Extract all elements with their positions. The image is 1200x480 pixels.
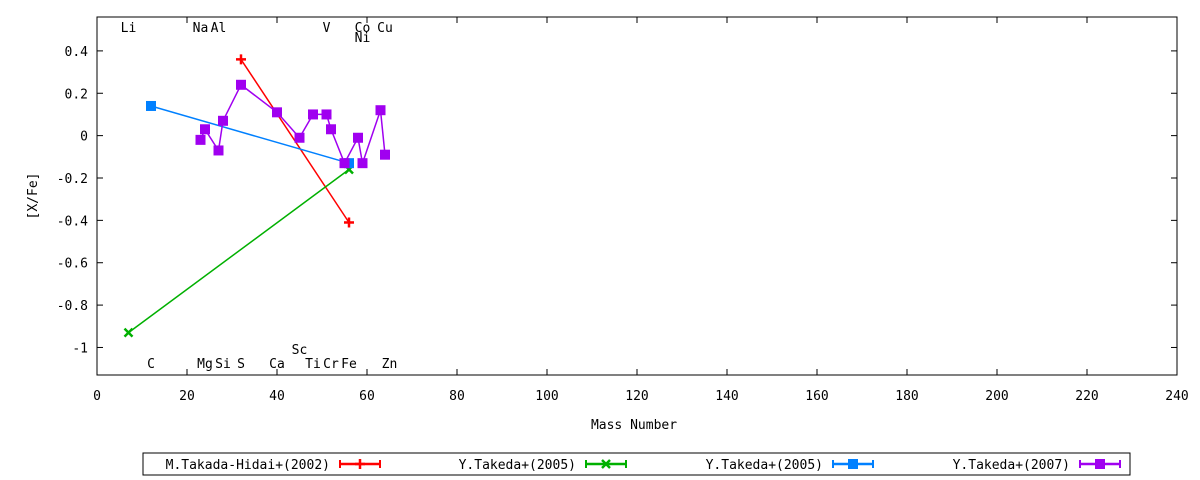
element-label: Fe xyxy=(341,357,357,372)
y-tick-label: -1 xyxy=(72,341,88,356)
legend: M.Takada-Hidai+(2002) Y.Takeda+(2005) Y.Ta… xyxy=(142,452,1131,476)
y-axis-label: [X/Fe] xyxy=(26,173,41,220)
data-point xyxy=(236,54,246,65)
x-tick-label: 80 xyxy=(449,389,465,404)
y-tick-label: -0.8 xyxy=(57,299,88,314)
data-point xyxy=(146,100,156,111)
x-ticks: 0 20 40 60 80 100 120 140 160 180 200 220 240 xyxy=(93,17,1189,404)
y-ticks: 0.4 0.2 0 -0.2 -0.4 -0.6 -0.8 -1 xyxy=(57,45,1177,356)
element-label: Zn xyxy=(382,357,398,372)
data-point xyxy=(848,459,858,469)
element-label: Na xyxy=(193,21,209,36)
plot-frame xyxy=(96,16,1178,376)
element-label: Cr xyxy=(323,357,339,372)
data-point xyxy=(236,79,246,90)
element-label: Al xyxy=(211,21,227,36)
element-label: V xyxy=(323,21,331,36)
data-point xyxy=(375,105,386,116)
data-point xyxy=(321,109,332,120)
x-axis-label: Mass Number xyxy=(591,418,677,433)
axes xyxy=(96,16,1178,376)
data-point xyxy=(357,158,368,169)
y-tick-label: -0.2 xyxy=(57,172,88,187)
x-tick-label: 60 xyxy=(359,389,375,404)
element-label: Ni xyxy=(355,31,371,46)
legend-label: M.Takada-Hidai+(2002) xyxy=(166,458,330,473)
data-point xyxy=(344,217,354,228)
y-tick-label: 0.4 xyxy=(65,45,89,60)
element-label: Ca xyxy=(269,357,285,372)
data-point xyxy=(326,124,336,135)
legend-label: Y.Takeda+(2005) xyxy=(706,458,823,473)
element-label: Cu xyxy=(377,21,393,36)
data-point xyxy=(200,124,210,135)
x-tick-label: 100 xyxy=(535,389,558,404)
data-point xyxy=(1095,459,1105,469)
y-tick-label: 0.2 xyxy=(65,87,88,102)
series-line xyxy=(128,168,350,334)
element-label: Ti xyxy=(305,357,321,372)
legend-label: Y.Takeda+(2005) xyxy=(459,458,576,473)
legend-label: Y.Takeda+(2007) xyxy=(953,458,1070,473)
x-tick-label: 200 xyxy=(985,389,1008,404)
x-tick-label: 20 xyxy=(179,389,195,404)
y-tick-label: -0.4 xyxy=(57,214,88,229)
data-point xyxy=(213,145,224,156)
x-tick-label: 120 xyxy=(625,389,648,404)
chart: 0 20 40 60 80 100 120 140 160 180 200 220 240 0.4 0.2… xyxy=(26,16,1189,476)
x-tick-label: 180 xyxy=(895,389,918,404)
y-tick-label: -0.6 xyxy=(57,257,88,272)
element-label: Mg xyxy=(197,357,213,372)
series-2 xyxy=(123,164,354,338)
data-point xyxy=(218,115,228,126)
element-label: Li xyxy=(121,21,137,36)
element-label: Si xyxy=(215,357,231,372)
series-line xyxy=(199,83,386,165)
y-tick-label: 0 xyxy=(80,130,88,145)
data-point xyxy=(339,158,350,169)
x-tick-label: 220 xyxy=(1075,389,1098,404)
x-tick-label: 140 xyxy=(715,389,738,404)
data-point xyxy=(353,132,363,143)
element-label: S xyxy=(237,357,245,372)
data-point xyxy=(195,134,206,145)
x-tick-label: 40 xyxy=(269,389,285,404)
data-point xyxy=(123,327,134,338)
series-4 xyxy=(195,79,390,169)
x-tick-label: 160 xyxy=(805,389,828,404)
series-group xyxy=(123,54,390,338)
data-point xyxy=(272,107,282,118)
element-labels: Li Na Al V Co CuNiC Mg Si S CaScTi Cr Fe Zn xyxy=(121,21,398,372)
data-point xyxy=(380,149,390,160)
x-tick-label: 240 xyxy=(1165,389,1188,404)
element-label: Sc xyxy=(292,343,308,358)
x-tick-label: 0 xyxy=(93,389,101,404)
element-label: C xyxy=(147,357,155,372)
data-point xyxy=(308,109,318,120)
data-point xyxy=(294,132,305,143)
